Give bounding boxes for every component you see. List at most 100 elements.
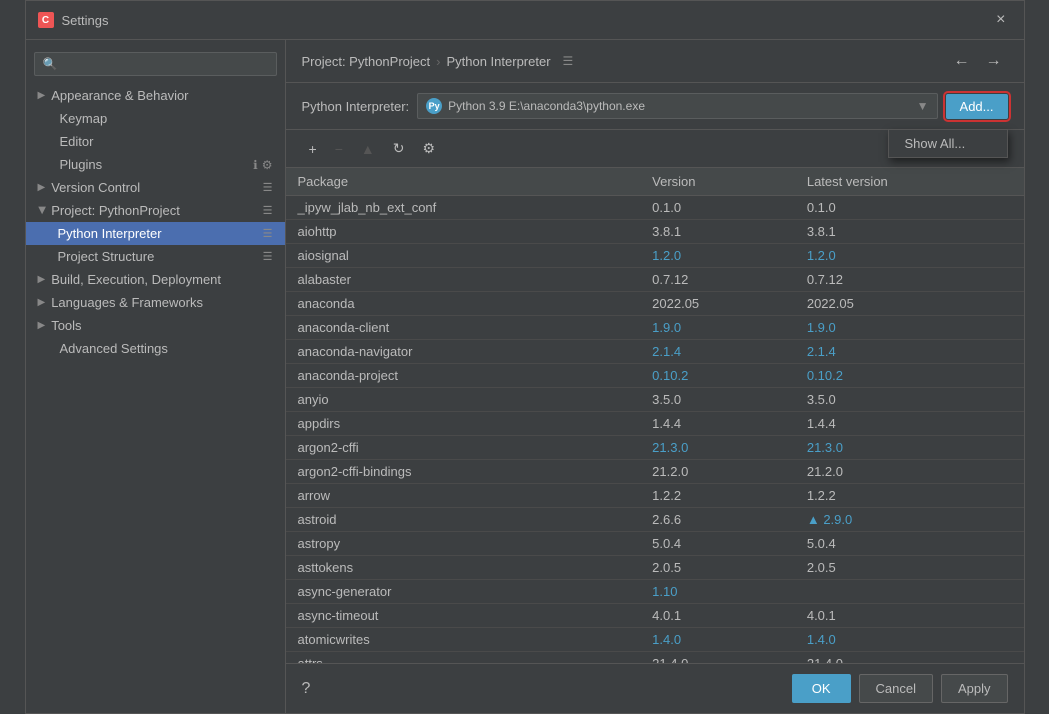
remove-package-button[interactable]: − [328,137,350,161]
sidebar-item-appearance[interactable]: ▶ Appearance & Behavior [26,84,285,107]
package-name: async-timeout [286,604,641,628]
nav-back-button[interactable]: ← [948,50,976,72]
package-version: 0.1.0 [640,196,795,220]
app-icon: C [38,12,54,28]
arrow-icon: ▶ [36,207,47,215]
package-latest-version: 3.5.0 [795,388,1024,412]
sidebar-label-project: Project: PythonProject [51,203,180,218]
package-latest-version: 0.7.12 [795,268,1024,292]
table-row[interactable]: anaconda2022.052022.05 [286,292,1024,316]
sidebar-item-build[interactable]: ▶ Build, Execution, Deployment [26,268,285,291]
sidebar-item-editor[interactable]: Editor [26,130,285,153]
close-button[interactable]: × [990,9,1011,31]
table-row[interactable]: anyio3.5.03.5.0 [286,388,1024,412]
table-row[interactable]: anaconda-project0.10.20.10.2 [286,364,1024,388]
package-name: appdirs [286,412,641,436]
package-version: 1.4.4 [640,412,795,436]
help-button[interactable]: ? [302,680,311,698]
col-latest: Latest version [795,168,1024,196]
arrow-icon: ▶ [38,297,46,308]
sidebar-item-plugins[interactable]: Plugins ℹ ⚙ [26,153,285,176]
action-buttons: OK Cancel Apply [792,674,1008,703]
sidebar-label-project-structure: Project Structure [58,249,155,264]
arrow-icon: ▶ [38,274,46,285]
up-button[interactable]: ▲ [354,137,382,161]
sidebar-item-project-structure[interactable]: Project Structure ☰ [26,245,285,268]
sidebar-item-python-interpreter[interactable]: Python Interpreter ☰ [26,222,285,245]
table-row[interactable]: attrs21.4.021.4.0 [286,652,1024,664]
package-version: 0.10.2 [640,364,795,388]
table-row[interactable]: async-timeout4.0.14.0.1 [286,604,1024,628]
search-input[interactable] [34,52,277,76]
apply-button[interactable]: Apply [941,674,1008,703]
table-row[interactable]: arrow1.2.21.2.2 [286,484,1024,508]
main-content: ▶ Appearance & Behavior Keymap Editor Pl… [26,40,1024,713]
sidebar-item-languages[interactable]: ▶ Languages & Frameworks [26,291,285,314]
cancel-button[interactable]: Cancel [859,674,933,703]
sidebar-item-tools[interactable]: ▶ Tools [26,314,285,337]
package-name: async-generator [286,580,641,604]
sidebar-item-version-control[interactable]: ▶ Version Control ☰ [26,176,285,199]
sidebar-item-project[interactable]: ▶ Project: PythonProject ☰ [26,199,285,222]
package-latest-version: ▲ 2.9.0 [795,508,1024,532]
package-name: anaconda-navigator [286,340,641,364]
plugins-info-icon: ℹ [253,158,258,172]
table-row[interactable]: aiosignal1.2.01.2.0 [286,244,1024,268]
package-version: 2022.05 [640,292,795,316]
package-latest-version: 21.2.0 [795,460,1024,484]
sidebar-item-keymap[interactable]: Keymap [26,107,285,130]
interpreter-select[interactable]: Py Python 3.9 E:\anaconda3\python.exe ▼ [417,93,937,119]
python-icon-text: Py [429,101,440,111]
interpreter-row: Python Interpreter: Py Python 3.9 E:\ana… [286,83,1024,130]
breadcrumb-menu-icon[interactable]: ☰ [563,54,574,68]
package-name: asttokens [286,556,641,580]
table-row[interactable]: astropy5.0.45.0.4 [286,532,1024,556]
table-row[interactable]: aiohttp3.8.13.8.1 [286,220,1024,244]
package-latest-version: 2.0.5 [795,556,1024,580]
table-row[interactable]: atomicwrites1.4.01.4.0 [286,628,1024,652]
sidebar-item-advanced[interactable]: Advanced Settings [26,337,285,360]
breadcrumb-interpreter: Python Interpreter [446,54,550,69]
table-row[interactable]: argon2-cffi21.3.021.3.0 [286,436,1024,460]
package-table: Package Version Latest version _ipyw_jla… [286,168,1024,663]
package-version: 1.10 [640,580,795,604]
arrow-icon: ▶ [38,320,46,331]
package-version: 3.8.1 [640,220,795,244]
package-latest-version: 2022.05 [795,292,1024,316]
table-row[interactable]: asttokens2.0.52.0.5 [286,556,1024,580]
add-button[interactable]: Add... [946,94,1008,119]
package-version: 1.2.0 [640,244,795,268]
table-row[interactable]: anaconda-navigator2.1.42.1.4 [286,340,1024,364]
table-row[interactable]: alabaster0.7.120.7.12 [286,268,1024,292]
package-version: 2.0.5 [640,556,795,580]
table-row[interactable]: _ipyw_jlab_nb_ext_conf0.1.00.1.0 [286,196,1024,220]
nav-forward-button[interactable]: → [980,50,1008,72]
project-structure-icon: ☰ [263,250,273,263]
table-row[interactable]: astroid2.6.6▲ 2.9.0 [286,508,1024,532]
ok-button[interactable]: OK [792,674,851,703]
right-panel: Project: PythonProject › Python Interpre… [286,40,1024,713]
package-latest-version: 1.2.2 [795,484,1024,508]
arrow-icon: ▶ [38,90,46,101]
sidebar-label-keymap: Keymap [60,111,108,126]
sidebar-label-build: Build, Execution, Deployment [51,272,221,287]
refresh-button[interactable]: ↻ [386,136,412,161]
nav-buttons: ← → [948,50,1008,72]
package-latest-version [795,580,1024,604]
package-name: attrs [286,652,641,664]
settings-button[interactable]: ⚙ [415,136,442,161]
table-row[interactable]: async-generator1.10 [286,580,1024,604]
dropdown-show-all[interactable]: Show All... [889,130,1007,157]
sidebar-label-python-interpreter: Python Interpreter [58,226,162,241]
package-name: astroid [286,508,641,532]
table-row[interactable]: anaconda-client1.9.01.9.0 [286,316,1024,340]
package-name: anaconda [286,292,641,316]
table-row[interactable]: argon2-cffi-bindings21.2.021.2.0 [286,460,1024,484]
package-name: astropy [286,532,641,556]
select-arrow-icon: ▼ [917,99,929,113]
package-latest-version: 3.8.1 [795,220,1024,244]
add-package-button[interactable]: + [302,137,324,161]
table-row[interactable]: appdirs1.4.41.4.4 [286,412,1024,436]
package-version: 21.2.0 [640,460,795,484]
sidebar-label-advanced: Advanced Settings [60,341,168,356]
